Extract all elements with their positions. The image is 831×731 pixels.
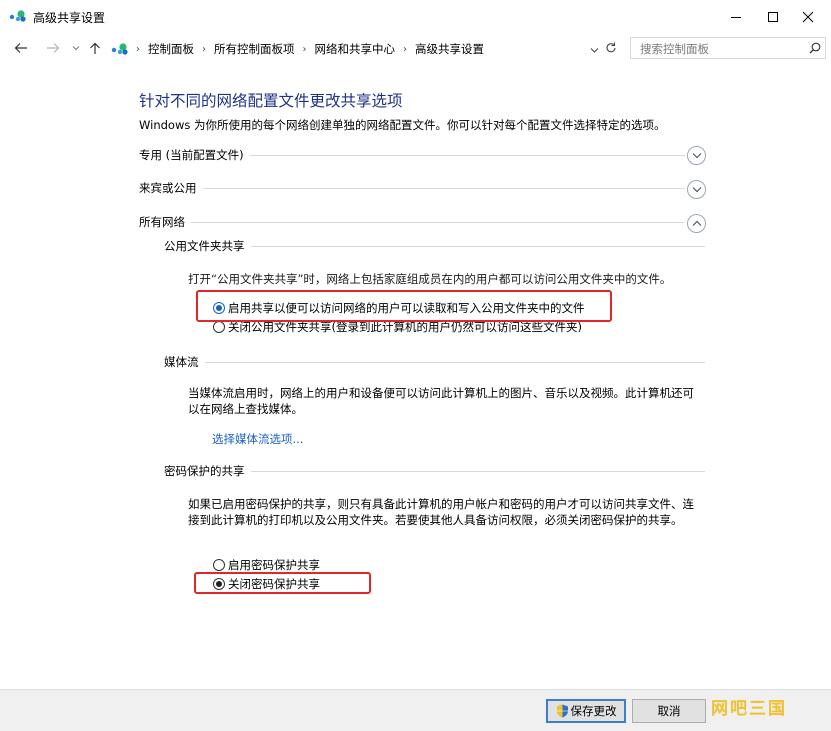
highlight-box — [194, 572, 371, 594]
divider — [164, 362, 705, 363]
footer-bar — [0, 689, 831, 731]
save-label: 保存更改 — [570, 704, 617, 718]
divider — [139, 222, 685, 223]
password-on-label[interactable]: 启用密码保护共享 — [228, 557, 320, 573]
close-icon — [802, 11, 814, 23]
chevron-down-icon — [72, 46, 80, 51]
breadcrumb-separator: › — [403, 43, 407, 55]
up-button[interactable] — [86, 38, 104, 58]
media-streaming-description: 当媒体流启用时，网络上的用户和设备便可以访问此计算机上的图片、音乐以及视频。此计… — [188, 386, 694, 416]
search-icon[interactable] — [809, 42, 821, 54]
password-sharing-description: 如果已启用密码保护的共享，则只有具备此计算机的用户帐户和密码的用户才可以访问共享… — [188, 497, 694, 527]
title-bar: 高级共享设置 — [0, 0, 831, 34]
expand-guest-button[interactable] — [687, 180, 706, 199]
window-title: 高级共享设置 — [33, 11, 106, 25]
back-button[interactable] — [12, 38, 30, 58]
chevron-down-icon — [692, 153, 701, 159]
refresh-icon — [606, 42, 616, 53]
close-button[interactable] — [785, 0, 831, 34]
minimize-icon — [731, 17, 741, 18]
page-title: 针对不同的网络配置文件更改共享选项 — [139, 92, 403, 110]
uac-shield-icon — [556, 704, 569, 718]
media-streaming-title: 媒体流 — [164, 354, 205, 370]
breadcrumb-all-items[interactable]: 所有控制面板项 — [212, 41, 297, 57]
breadcrumb-control-panel[interactable]: 控制面板 — [146, 41, 196, 57]
chevron-up-icon — [692, 220, 701, 226]
address-bar[interactable]: › 控制面板 › 所有控制面板项 › 网络和共享中心 › 高级共享设置 — [105, 37, 623, 59]
advanced-sharing-window: 高级共享设置 › 控制面板 › 所有控制面板项 › 网络和共享中心 › 高级共享… — [0, 0, 831, 731]
breadcrumb-separator: › — [202, 43, 206, 55]
profile-all-networks-label[interactable]: 所有网络 — [139, 214, 191, 230]
collapse-all-networks-button[interactable] — [687, 214, 706, 233]
chevron-down-icon — [692, 187, 701, 193]
media-streaming-options-link[interactable]: 选择媒体流选项... — [212, 431, 303, 447]
up-arrow-icon — [90, 42, 100, 54]
forward-arrow-icon — [47, 43, 60, 53]
save-button[interactable]: 保存更改 — [546, 699, 626, 723]
network-icon — [111, 43, 128, 55]
search-input[interactable]: 搜索控制面板 — [630, 37, 826, 59]
breadcrumb-network-center[interactable]: 网络和共享中心 — [313, 41, 398, 57]
profile-private-label[interactable]: 专用 (当前配置文件) — [139, 147, 250, 163]
recent-locations-button[interactable] — [67, 38, 85, 58]
divider — [139, 188, 685, 189]
refresh-button[interactable] — [605, 41, 617, 57]
maximize-icon — [768, 12, 778, 22]
cancel-label: 取消 — [657, 704, 681, 718]
breadcrumb: › 控制面板 › 所有控制面板项 › 网络和共享中心 › 高级共享设置 — [106, 38, 486, 60]
highlight-box — [196, 290, 612, 322]
watermark-logo: 网吧三国 — [711, 699, 787, 719]
cancel-button[interactable]: 取消 — [632, 699, 706, 723]
breadcrumb-separator: › — [302, 43, 307, 55]
public-folder-title: 公用文件夹共享 — [164, 238, 251, 254]
back-arrow-icon — [14, 43, 27, 53]
navigation-bar: › 控制面板 › 所有控制面板项 › 网络和共享中心 › 高级共享设置 搜索控制… — [0, 34, 831, 62]
public-folder-off-radio[interactable] — [213, 321, 225, 333]
password-sharing-title: 密码保护的共享 — [164, 463, 251, 479]
expand-private-button[interactable] — [687, 146, 706, 165]
breadcrumb-separator: › — [136, 43, 140, 55]
address-dropdown-button[interactable] — [590, 43, 599, 57]
breadcrumb-advanced-sharing[interactable]: 高级共享设置 — [413, 41, 486, 57]
password-on-radio[interactable] — [213, 559, 225, 571]
public-folder-description: 打开“公用文件夹共享”时，网络上包括家庭组成员在内的用户都可以访问公用文件夹中的… — [188, 272, 672, 286]
profile-guest-label[interactable]: 来宾或公用 — [139, 180, 203, 196]
forward-button[interactable] — [44, 38, 62, 58]
chevron-down-icon — [590, 48, 599, 53]
network-icon — [9, 10, 26, 22]
page-description: Windows 为你所使用的每个网络创建单独的网络配置文件。你可以针对每个配置文… — [139, 118, 666, 132]
search-placeholder: 搜索控制面板 — [640, 42, 709, 56]
